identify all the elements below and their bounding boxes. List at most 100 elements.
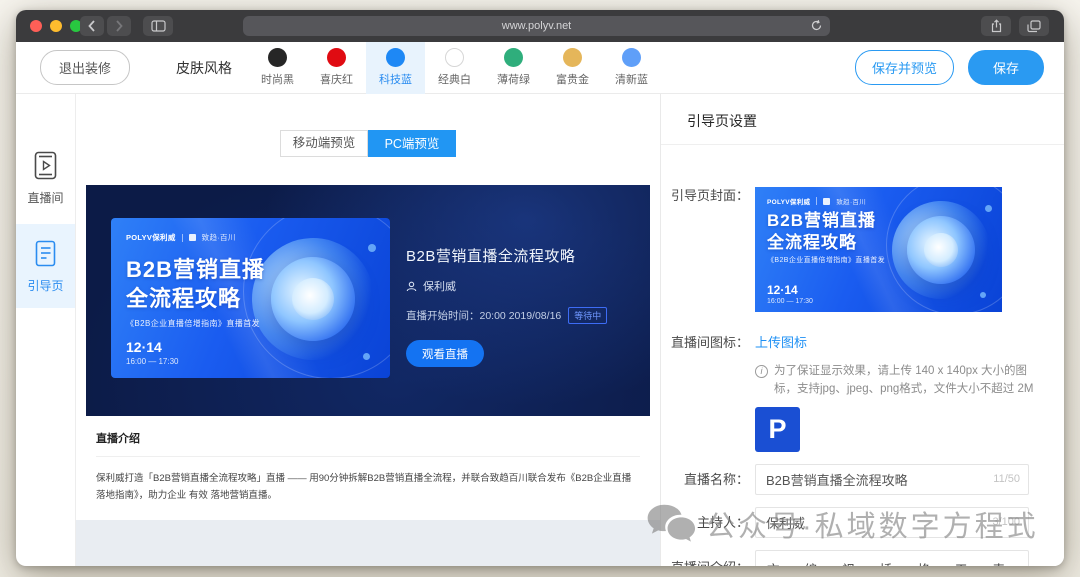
swatch-fresh-blue[interactable]: 清新蓝 [602,42,661,94]
host-counter: 3/100 [992,516,1020,528]
menu-tools[interactable]: 工具 [955,559,980,566]
blue-swatch-dot [386,48,405,67]
menu-insert[interactable]: 插入 [880,559,905,566]
forward-button[interactable] [107,16,131,36]
live-intro-section: 直播介绍 保利威打造「B2B营销直播全流程攻略」直播 —— 用90分钟拆解B2B… [76,416,660,520]
black-swatch-dot [268,48,287,67]
partner-logo: 致趋·百川 [202,232,236,243]
person-icon [406,281,417,292]
editor-menu: 文件 编辑 视图 插入 格式 工具 表格 [756,551,1028,566]
room-icon-label: 直播间图标： [661,334,749,352]
traffic-lights [30,20,82,32]
host-input[interactable] [755,507,1029,538]
menu-format[interactable]: 格式 [917,559,942,566]
logo-divider [182,234,183,242]
partner-logo-icon [189,234,196,241]
tabs-icon [1027,20,1041,33]
tab-pc-preview[interactable]: PC端预览 [368,130,456,157]
live-title: B2B营销直播全流程攻略 [406,245,607,266]
swatch-rich-gold[interactable]: 富贵金 [543,42,602,94]
polyv-logo: POLYV保利威 [767,196,810,206]
url-bar[interactable]: www.polyv.net [243,16,830,36]
sidebar-item-live-room[interactable]: 直播间 [16,136,75,220]
status-badge: 等待中 [568,307,607,324]
swatch-classic-white[interactable]: 经典白 [425,42,484,94]
live-banner: POLYV保利威 致趋·百川 B2B营销直播 全流程攻略 《B2B企业直播倍增指… [86,185,650,416]
intro-heading: 直播介绍 [96,430,640,446]
chevron-left-icon [88,20,96,32]
swatch-tech-blue[interactable]: 科技蓝 [366,42,425,94]
rich-text-editor[interactable]: 文件 编辑 视图 插入 格式 工具 表格 [755,550,1029,566]
sidebar-icon [151,20,166,32]
preview-background [76,520,660,566]
poster-subtitle: 《B2B企业直播倍增指南》直播首发 [126,318,260,329]
back-button[interactable] [80,16,104,36]
share-button[interactable] [981,16,1011,36]
panel-title: 引导页设置 [661,94,1064,145]
deco-dot [363,353,370,360]
polyv-logo: POLYV保利威 [126,232,176,243]
upload-hint-text: 为了保证显示效果，请上传 140 x 140px 大小的图标，支持jpg、jpe… [774,363,1047,399]
sidebar-toggle-button[interactable] [143,16,173,36]
green-swatch-dot [504,48,523,67]
guide-page-icon [32,239,59,268]
cover-label: 引导页封面： [661,187,749,205]
preview-tabs: 移动端预览 PC端预览 [76,130,660,157]
room-intro-label: 直播间介绍： [661,559,749,566]
settings-form: 引导页封面： POLYV保利威 致趋·百川 B2B营销直播 全流程 [661,145,1064,566]
host-label: 主持人： [661,514,749,532]
share-icon [990,19,1003,33]
swatch-festive-red[interactable]: 喜庆红 [307,42,366,94]
white-swatch-dot [445,48,464,67]
partner-logo-icon [823,198,830,205]
menu-table[interactable]: 表格 [992,559,1017,566]
live-name-counter: 11/50 [993,473,1020,485]
live-room-icon [32,151,59,180]
skin-swatches: 时尚黑 喜庆红 科技蓝 经典白 薄荷绿 富贵金 [248,42,661,94]
live-host: 保利威 [423,278,456,294]
save-and-preview-button[interactable]: 保存并预览 [855,50,954,85]
decoration-toolbar: 退出装修 皮肤风格 时尚黑 喜庆红 科技蓝 经典白 薄荷绿 [16,42,1064,94]
toolbar-actions: 保存并预览 保存 [855,50,1044,85]
reload-icon [810,19,823,32]
save-button[interactable]: 保存 [968,50,1044,85]
live-start-time: 直播开始时间：20:00 2019/08/16 [406,308,561,323]
exit-decoration-button[interactable]: 退出装修 [40,50,130,85]
live-name-input[interactable] [755,464,1029,495]
swatch-fashion-black[interactable]: 时尚黑 [248,42,307,94]
tab-overview-button[interactable] [1019,16,1049,36]
banner-poster: POLYV保利威 致趋·百川 B2B营销直播 全流程攻略 《B2B企业直播倍增指… [111,218,390,378]
guide-cover-image: POLYV保利威 致趋·百川 B2B营销直播 全流程攻略 《B2B企业直播倍增指… [755,187,1002,312]
tab-mobile-preview[interactable]: 移动端预览 [280,130,368,157]
menu-view[interactable]: 视图 [842,559,867,566]
chevron-right-icon [115,20,123,32]
poster-logos: POLYV保利威 致趋·百川 [126,232,236,243]
left-sidebar: 直播间 引导页 [16,94,76,566]
url-text: www.polyv.net [502,20,572,32]
minimize-window-button[interactable] [50,20,62,32]
guide-settings-panel: 引导页设置 引导页封面： POLYV保利威 致趋·百川 [660,94,1064,566]
swatch-mint-green[interactable]: 薄荷绿 [484,42,543,94]
close-window-button[interactable] [30,20,42,32]
deco-dot [368,244,376,252]
browser-chrome: www.polyv.net [16,10,1064,42]
menu-edit[interactable]: 编辑 [805,559,830,566]
watch-live-button[interactable]: 观看直播 [406,340,484,367]
skin-style-label: 皮肤风格 [176,58,232,78]
app-body: 直播间 引导页 移动端预览 PC端预览 POLYV保利威 [16,94,1064,566]
live-start-time-row: 直播开始时间：20:00 2019/08/16 等待中 [406,307,607,324]
poster-title: B2B营销直播 全流程攻略 [126,255,265,313]
reload-button[interactable] [810,19,823,35]
poster-date: 12·14 [126,339,162,355]
lightblue-swatch-dot [622,48,641,67]
browser-window: www.polyv.net 退出装修 皮肤风格 时尚黑 喜庆红 [16,10,1064,566]
poster-time: 16:00 — 17:30 [126,357,178,366]
live-name-label: 直播名称： [661,471,749,489]
menu-file[interactable]: 文件 [767,559,792,566]
sidebar-item-guide-page[interactable]: 引导页 [16,224,75,308]
live-info: B2B营销直播全流程攻略 保利威 直播开始时间：20:00 2019/08/16… [406,245,607,367]
live-name-row: 直播名称： 11/50 [661,464,1064,495]
gold-swatch-dot [563,48,582,67]
upload-hint: i 为了保证显示效果，请上传 140 x 140px 大小的图标，支持jpg、j… [755,363,1047,399]
upload-icon-link[interactable]: 上传图标 [755,334,807,352]
